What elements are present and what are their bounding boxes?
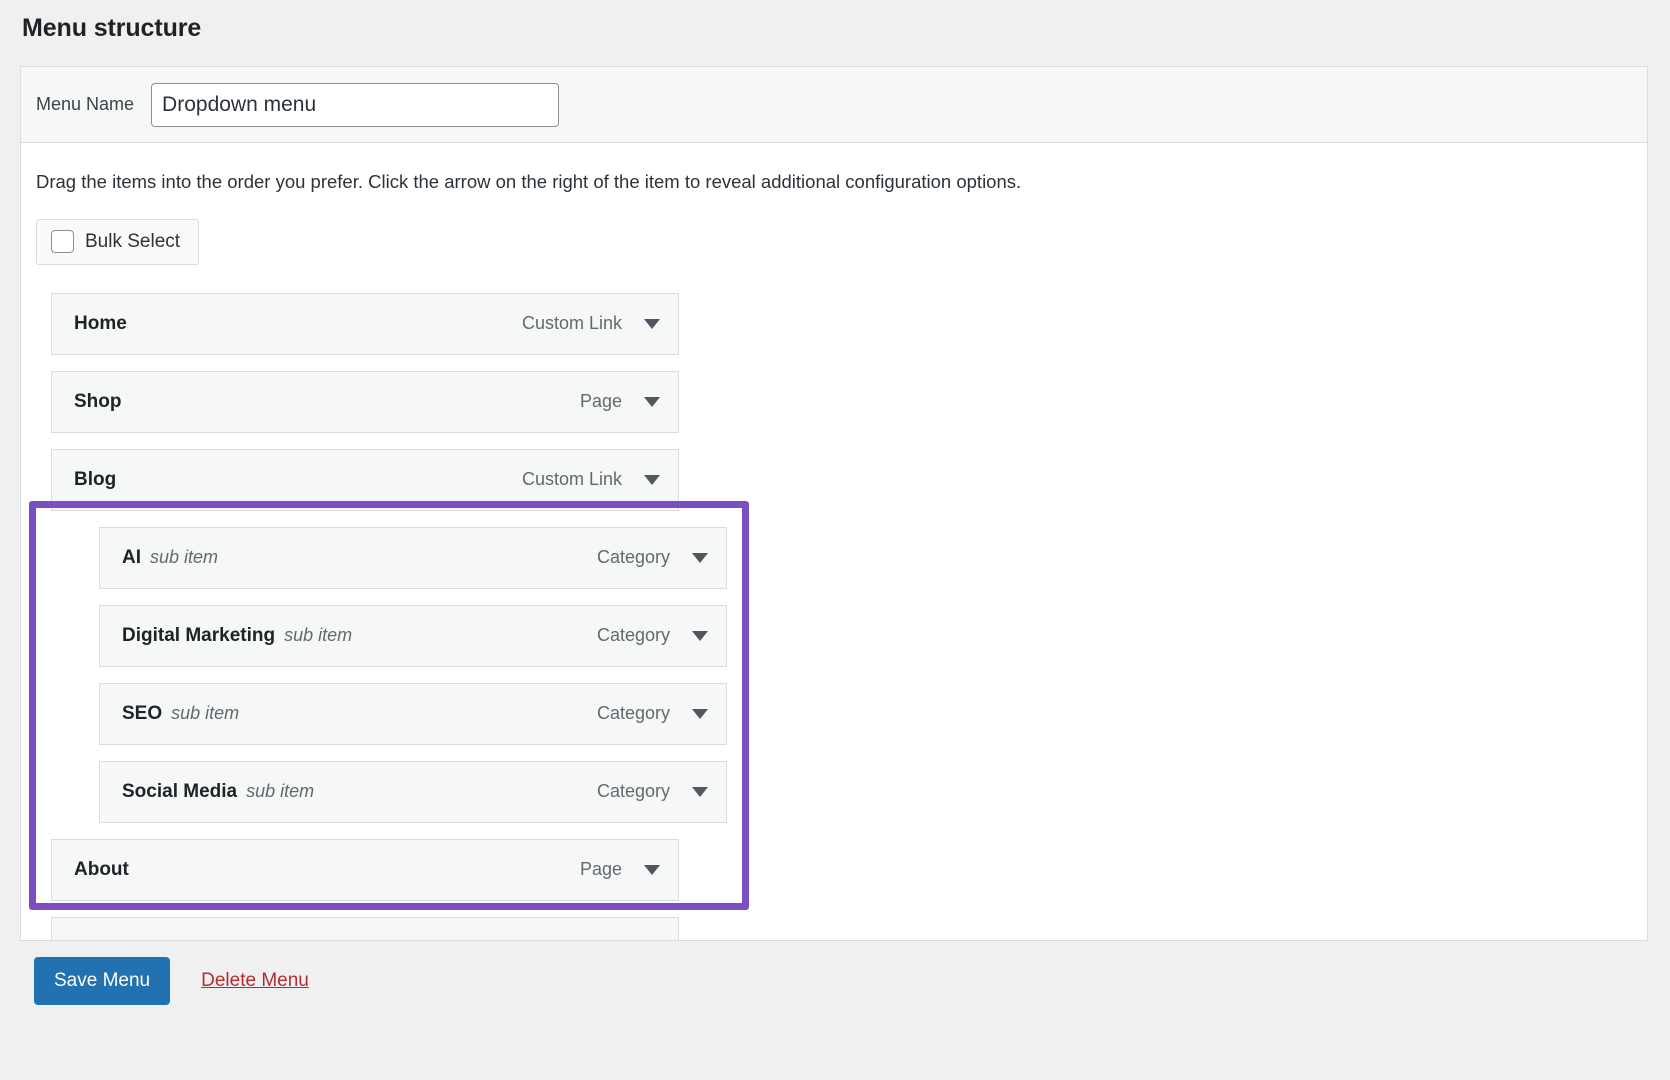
menu-item-row[interactable]: Blog Custom Link — [51, 448, 679, 511]
page-title: Menu structure — [22, 14, 202, 42]
menu-item-type: Category — [596, 547, 670, 568]
menu-item-type: Custom Link — [521, 469, 622, 490]
menu-item-title: About — [74, 858, 129, 880]
menu-item-type: Category — [596, 703, 670, 724]
menu-items-list: Home Custom Link Shop Page Blog Custom Link AI… — [36, 292, 1632, 940]
menu-item-row[interactable]: Social Media sub item Category — [99, 760, 727, 823]
menu-item-row[interactable]: Digital Marketing sub item Category — [99, 604, 727, 667]
menu-actions-footer: Save Menu Delete Menu — [20, 942, 1648, 1080]
chevron-down-icon[interactable] — [692, 708, 708, 719]
bulk-select-label: Bulk Select — [85, 230, 181, 252]
menu-item-title: AI — [122, 546, 141, 568]
menu-item-title: Social Media — [122, 780, 238, 802]
menu-item-row[interactable]: Home Custom Link — [51, 292, 679, 355]
chevron-down-icon[interactable] — [692, 630, 708, 641]
menu-item-title: Shop — [74, 390, 122, 412]
menu-item-row[interactable]: AI sub item Category — [99, 526, 727, 589]
chevron-down-icon[interactable] — [644, 474, 660, 485]
menu-item-row[interactable] — [51, 916, 679, 940]
save-menu-button[interactable]: Save Menu — [34, 957, 171, 1005]
menu-item-title: Home — [74, 312, 127, 334]
delete-menu-link[interactable]: Delete Menu — [201, 957, 309, 1005]
menu-item-title: SEO — [122, 702, 163, 724]
bulk-select-toggle[interactable]: Bulk Select — [36, 218, 200, 265]
menu-item-row[interactable]: About Page — [51, 838, 679, 901]
bulk-select-checkbox[interactable] — [51, 230, 74, 254]
menu-item-title: Blog — [74, 468, 117, 490]
menu-item-type: Category — [596, 625, 670, 646]
menu-structure-panel: Menu Name Drag the items into the order … — [20, 66, 1648, 941]
chevron-down-icon[interactable] — [644, 318, 660, 329]
menu-item-type: Page — [579, 391, 622, 412]
chevron-down-icon[interactable] — [692, 552, 708, 563]
menu-item-subitem-tag: sub item — [150, 547, 219, 568]
menu-item-row[interactable]: Shop Page — [51, 370, 679, 433]
menu-item-type: Category — [596, 781, 670, 802]
menu-item-title: Digital Marketing — [122, 624, 276, 646]
menu-name-row: Menu Name — [21, 67, 1647, 143]
chevron-down-icon[interactable] — [644, 864, 660, 875]
panel-body: Drag the items into the order you prefer… — [21, 143, 1647, 940]
drag-instructions: Drag the items into the order you prefer… — [36, 171, 1022, 192]
menu-name-input[interactable] — [151, 82, 560, 127]
menu-item-subitem-tag: sub item — [284, 625, 353, 646]
menu-item-subitem-tag: sub item — [246, 781, 315, 802]
menu-item-type: Page — [579, 859, 622, 880]
chevron-down-icon[interactable] — [644, 396, 660, 407]
menu-name-label: Menu Name — [36, 94, 135, 114]
menu-item-row[interactable]: SEO sub item Category — [99, 682, 727, 745]
chevron-down-icon[interactable] — [692, 786, 708, 797]
menu-item-type: Custom Link — [521, 313, 622, 334]
menu-item-subitem-tag: sub item — [171, 703, 240, 724]
